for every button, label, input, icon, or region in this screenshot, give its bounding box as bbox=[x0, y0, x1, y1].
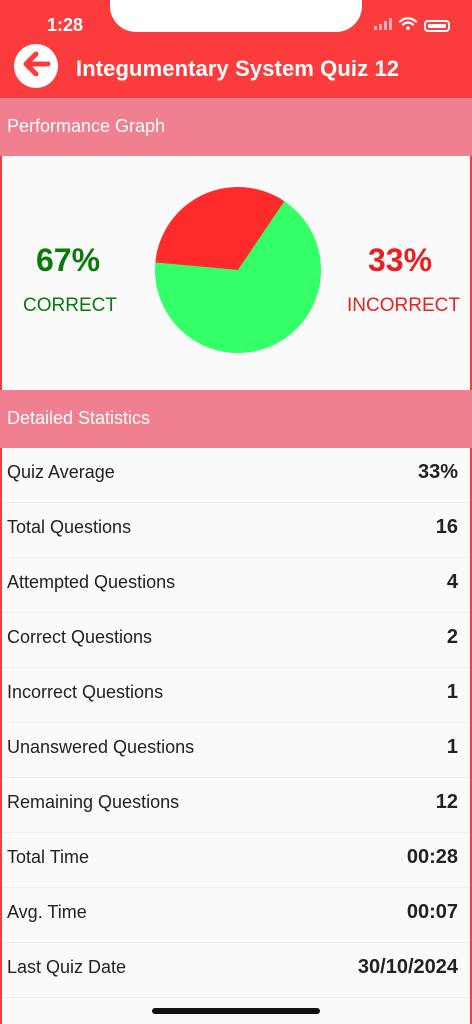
stat-row: Correct Questions 2 bbox=[2, 613, 470, 668]
page-title: Integumentary System Quiz 12 bbox=[76, 56, 400, 81]
status-icons bbox=[374, 17, 450, 35]
detailed-statistics-header: Detailed Statistics bbox=[0, 390, 472, 448]
stat-value: 1 bbox=[446, 681, 458, 703]
stat-value: 12 bbox=[435, 791, 458, 813]
stat-row: Unanswered Questions 1 bbox=[2, 723, 470, 778]
stat-row: Total Time 00:28 bbox=[2, 833, 470, 888]
detailed-statistics-title: Detailed Statistics bbox=[7, 408, 151, 428]
incorrect-percentage: 33% bbox=[368, 242, 433, 278]
correct-label: CORRECT bbox=[23, 295, 117, 316]
stat-row: Incorrect Questions 1 bbox=[2, 668, 470, 723]
stat-row: Quiz Average 33% bbox=[2, 448, 470, 503]
stat-row: Last Quiz Date 30/10/2024 bbox=[2, 943, 470, 998]
home-indicator bbox=[152, 1008, 320, 1014]
stat-label: Correct Questions bbox=[7, 627, 153, 647]
stat-label: Total Questions bbox=[7, 517, 132, 537]
signal-icon bbox=[374, 17, 392, 35]
battery-icon bbox=[424, 20, 450, 32]
wifi-icon bbox=[398, 17, 418, 35]
stat-value: 33% bbox=[417, 461, 458, 483]
stat-row: Avg. Time 00:07 bbox=[2, 888, 470, 943]
app-screen: 1:28 Integumentary System Quiz 12 Perfor… bbox=[0, 0, 472, 1024]
arrow-left-icon bbox=[19, 47, 53, 86]
stat-value: 16 bbox=[435, 516, 458, 538]
stat-row: Attempted Questions 4 bbox=[2, 558, 470, 613]
performance-pie-chart bbox=[154, 187, 321, 354]
back-button[interactable] bbox=[14, 44, 58, 88]
stat-value: 30/10/2024 bbox=[357, 956, 458, 978]
stat-value: 00:07 bbox=[406, 901, 458, 923]
incorrect-label: INCORRECT bbox=[347, 295, 460, 316]
device-notch bbox=[110, 0, 362, 32]
stat-label: Quiz Average bbox=[7, 462, 115, 482]
stat-value: 1 bbox=[446, 736, 458, 758]
stat-label: Incorrect Questions bbox=[7, 682, 164, 702]
stat-label: Attempted Questions bbox=[7, 572, 176, 592]
stat-value: 4 bbox=[446, 571, 458, 593]
performance-graph-title: Performance Graph bbox=[7, 116, 166, 136]
stat-row: Total Questions 16 bbox=[2, 503, 470, 558]
correct-percentage: 67% bbox=[36, 242, 101, 278]
stat-row: Remaining Questions 12 bbox=[2, 778, 470, 833]
performance-graph-header: Performance Graph bbox=[0, 98, 472, 156]
stat-label: Last Quiz Date bbox=[7, 957, 127, 977]
stat-label: Unanswered Questions bbox=[7, 737, 195, 757]
stat-label: Remaining Questions bbox=[7, 792, 180, 812]
stat-label: Total Time bbox=[7, 847, 90, 867]
stat-value: 2 bbox=[446, 626, 458, 648]
stat-label: Avg. Time bbox=[7, 902, 87, 922]
stat-value: 00:28 bbox=[406, 846, 458, 868]
status-time: 1:28 bbox=[47, 15, 84, 35]
